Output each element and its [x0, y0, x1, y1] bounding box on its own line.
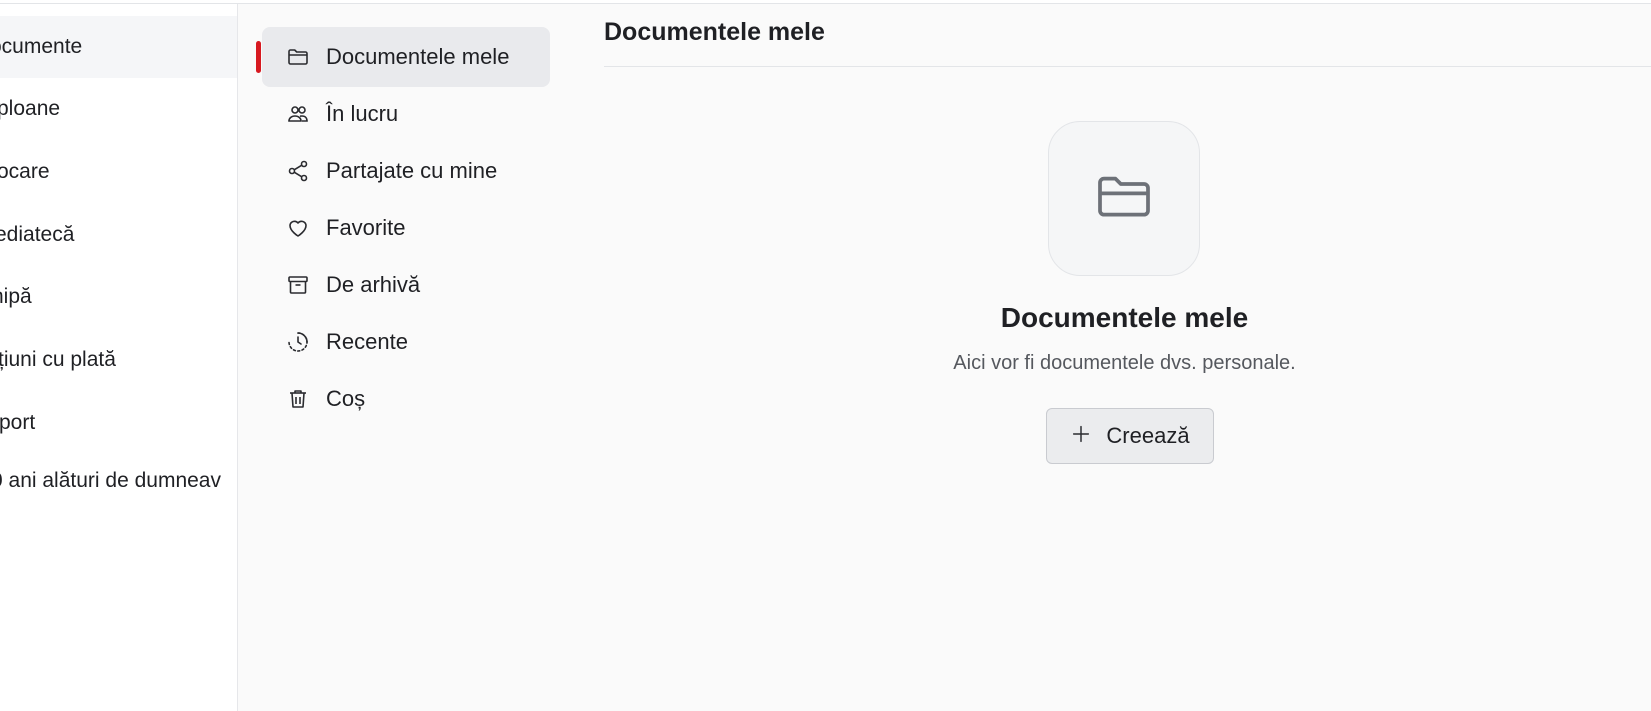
subnav-item-label: Favorite [326, 215, 406, 240]
subnav-item-trash[interactable]: Coș [262, 369, 550, 429]
mainnav-item-paid-options[interactable]: țiuni cu plată [0, 329, 237, 391]
subnav-item-label: Documentele mele [326, 44, 510, 69]
subnav-item-label: Partajate cu mine [326, 158, 498, 183]
subnav-item-in-progress[interactable]: În lucru [262, 84, 550, 144]
plus-icon [1070, 423, 1092, 450]
active-indicator [256, 41, 261, 73]
mainnav-item-label: ocare [0, 160, 50, 183]
share-icon [284, 157, 312, 185]
subnav-item-label: Recente [326, 329, 408, 354]
subnav-item-label: De arhivă [326, 272, 421, 297]
mainnav-item-label: port [0, 411, 36, 434]
subnav-item-archive[interactable]: De arhivă [262, 255, 550, 315]
users-icon [284, 100, 312, 128]
main-content: Documentele mele Documentele mele Aici v… [570, 4, 1651, 711]
trash-icon [284, 385, 312, 413]
mainnav-item-label: hipă [0, 285, 32, 308]
create-button-label: Creează [1106, 423, 1190, 448]
mainnav-item-search[interactable]: ocare [0, 141, 237, 203]
main-sidebar: ocumente ploane ocare ediatecă hipă țiun… [0, 4, 238, 711]
mainnav-item-label: ploane [0, 97, 61, 120]
heart-icon [284, 214, 312, 242]
documents-subnav: Documentele mele În lucru Partajate cu m… [238, 4, 570, 711]
folder-icon [284, 43, 312, 71]
mainnav-item-team[interactable]: hipă [0, 266, 237, 328]
clock-icon [284, 328, 312, 356]
mainnav-item-anniversary[interactable]: 0 ani alături de dumneav [0, 450, 237, 512]
mainnav-item-support[interactable]: port [0, 392, 237, 454]
folder-icon [1092, 164, 1156, 233]
title-divider [604, 66, 1651, 67]
empty-state-description: Aici vor fi documentele dvs. personale. [953, 352, 1296, 374]
mainnav-item-templates[interactable]: ploane [0, 78, 237, 140]
subnav-item-shared[interactable]: Partajate cu mine [262, 141, 550, 201]
mainnav-item-label: ocumente [0, 35, 83, 58]
archive-icon [284, 271, 312, 299]
empty-state-title: Documentele mele [1000, 302, 1249, 333]
subnav-item-my-documents[interactable]: Documentele mele [256, 27, 550, 87]
mainnav-item-media[interactable]: ediatecă [0, 204, 237, 266]
mainnav-item-documents[interactable]: ocumente [0, 16, 237, 78]
mainnav-item-label: ediatecă [0, 223, 75, 246]
mainnav-item-label: țiuni cu plată [0, 348, 116, 371]
mainnav-item-label: 0 ani alături de dumneav [0, 469, 221, 492]
subnav-item-recent[interactable]: Recente [262, 312, 550, 372]
subnav-item-label: În lucru [326, 101, 399, 126]
create-button[interactable]: Creează [1046, 408, 1214, 464]
subnav-item-favorites[interactable]: Favorite [262, 198, 550, 258]
subnav-item-label: Coș [326, 386, 366, 411]
empty-state-illustration [1048, 121, 1200, 276]
page-title: Documentele mele [604, 18, 825, 46]
